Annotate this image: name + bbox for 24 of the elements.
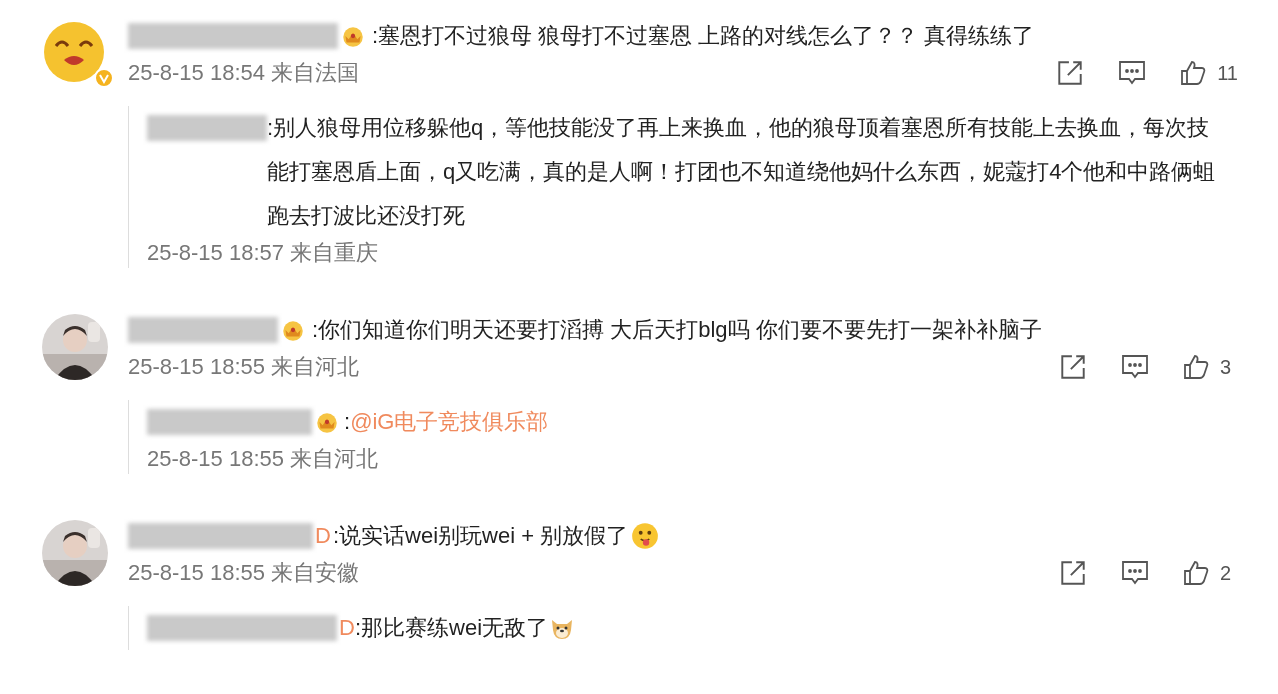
comment-time: 25-8-15 18:55 来自河北 [147, 445, 380, 473]
tongue-face-icon [630, 521, 661, 551]
comment-text: :塞恩打不过狼母 狼母打不过塞恩 上路的对线怎么了？？ 真得练练了 [372, 22, 1035, 50]
thumbs-up-icon [1182, 353, 1210, 381]
reply-text: : [344, 408, 351, 436]
share-button[interactable] [1058, 558, 1088, 588]
comment-button[interactable] [1120, 353, 1150, 381]
thumbs-up-icon [1179, 59, 1208, 87]
comment-time: 25-8-15 18:55 来自安徽 [128, 559, 360, 587]
reply-text: :那比赛练wei无敌了 [354, 614, 548, 642]
comment-text: :你们知道你们明天还要打滔搏 大后天打blg吗 你们要不要先打一架补补脑子 [312, 316, 1042, 344]
reply-text: :别人狼母用位移躲他q，等他技能没了再上来换血，他的狼母顶着塞恩所有技能上去换血，每次技能打塞恩盾上面，q又吃满，真的是人啊！打团也不知道绕他妈什么东西，妮蔻打4个他和中路俩蛆跑去打波比还没打死 [267, 114, 1217, 230]
comment-button[interactable] [1117, 59, 1148, 87]
comment-button[interactable] [1120, 559, 1150, 587]
thumbs-up-icon [1182, 559, 1210, 587]
comment-time: 25-8-15 18:55 来自河北 [128, 353, 360, 381]
comment-time: 25-8-15 18:57 来自重庆 [147, 239, 380, 267]
like-button[interactable]: 3 [1182, 352, 1238, 382]
avatar-smiley-icon [42, 20, 106, 84]
like-button[interactable]: 11 [1179, 58, 1238, 88]
like-button[interactable]: 2 [1182, 558, 1238, 588]
comment-text: :说实话wei别玩wei + 别放假了 [332, 522, 629, 550]
comment-time: 25-8-15 18:54 来自法国 [128, 59, 360, 87]
share-button[interactable] [1058, 352, 1088, 382]
